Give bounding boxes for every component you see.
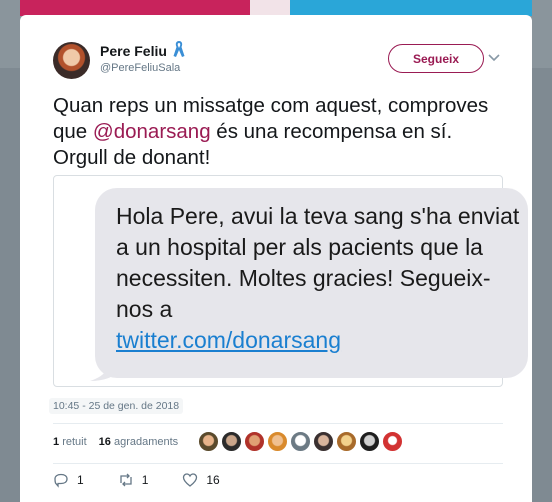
profile-banner xyxy=(20,0,532,16)
liker-avatar[interactable] xyxy=(267,431,288,452)
tweet-text: Quan reps un missatge com aquest, compro… xyxy=(53,93,493,171)
liker-avatar[interactable] xyxy=(198,431,219,452)
liker-avatar[interactable] xyxy=(244,431,265,452)
retweet-count: 1 xyxy=(141,473,149,487)
mention-link[interactable]: @donarsang xyxy=(93,120,211,143)
tweet-actions: 1 1 16 xyxy=(53,472,254,488)
retweet-stat-count: 1 xyxy=(53,436,60,448)
author-handle[interactable]: @PereFeliuSala xyxy=(100,62,180,74)
reply-icon xyxy=(54,473,68,488)
divider xyxy=(53,463,503,464)
banner-right-segment xyxy=(290,0,532,16)
liker-avatar[interactable] xyxy=(221,431,242,452)
tweet-card: Pere Feliu @PereFeliuSala Segueix Quan r… xyxy=(20,15,532,502)
heart-icon xyxy=(183,473,198,487)
blue-ribbon-icon xyxy=(173,41,185,57)
like-stat-count: 16 xyxy=(98,436,111,448)
likers-avatars xyxy=(198,431,403,452)
reply-count: 1 xyxy=(77,473,84,487)
liker-avatar[interactable] xyxy=(336,431,357,452)
sms-text: Hola Pere, avui la teva sang s'ha enviat… xyxy=(116,203,520,322)
chevron-down-icon[interactable] xyxy=(486,52,502,64)
retweet-stat[interactable]: 1 retuit xyxy=(53,436,87,448)
liker-avatar[interactable] xyxy=(382,431,403,452)
liker-avatar[interactable] xyxy=(359,431,380,452)
like-button[interactable]: 16 xyxy=(182,472,220,488)
reply-button[interactable]: 1 xyxy=(53,472,84,488)
sms-bubble: Hola Pere, avui la teva sang s'ha enviat… xyxy=(95,188,528,378)
attached-image[interactable]: Hola Pere, avui la teva sang s'ha enviat… xyxy=(53,175,528,387)
like-count: 16 xyxy=(206,473,220,487)
like-stat[interactable]: 16 agradaments xyxy=(99,436,179,448)
tweet-stats: 1 retuit 16 agradaments xyxy=(53,436,178,448)
author-name[interactable]: Pere Feliu xyxy=(100,43,167,59)
divider xyxy=(53,423,503,424)
liker-avatar[interactable] xyxy=(313,431,334,452)
retweet-button[interactable]: 1 xyxy=(118,472,149,488)
avatar[interactable] xyxy=(53,42,90,79)
banner-left-segment xyxy=(20,0,250,16)
retweet-stat-label: retuit xyxy=(62,436,87,448)
tweet-timestamp[interactable]: 10:45 - 25 de gen. de 2018 xyxy=(49,398,184,414)
liker-avatar[interactable] xyxy=(290,431,311,452)
like-stat-label: agradaments xyxy=(113,436,179,448)
banner-mid-segment xyxy=(250,0,290,16)
sms-message: Hola Pere, avui la teva sang s'ha enviat… xyxy=(116,201,526,356)
follow-button[interactable]: Segueix xyxy=(388,44,484,73)
retweet-icon xyxy=(120,473,132,487)
sms-link: twitter.com/donarsang xyxy=(116,327,342,353)
